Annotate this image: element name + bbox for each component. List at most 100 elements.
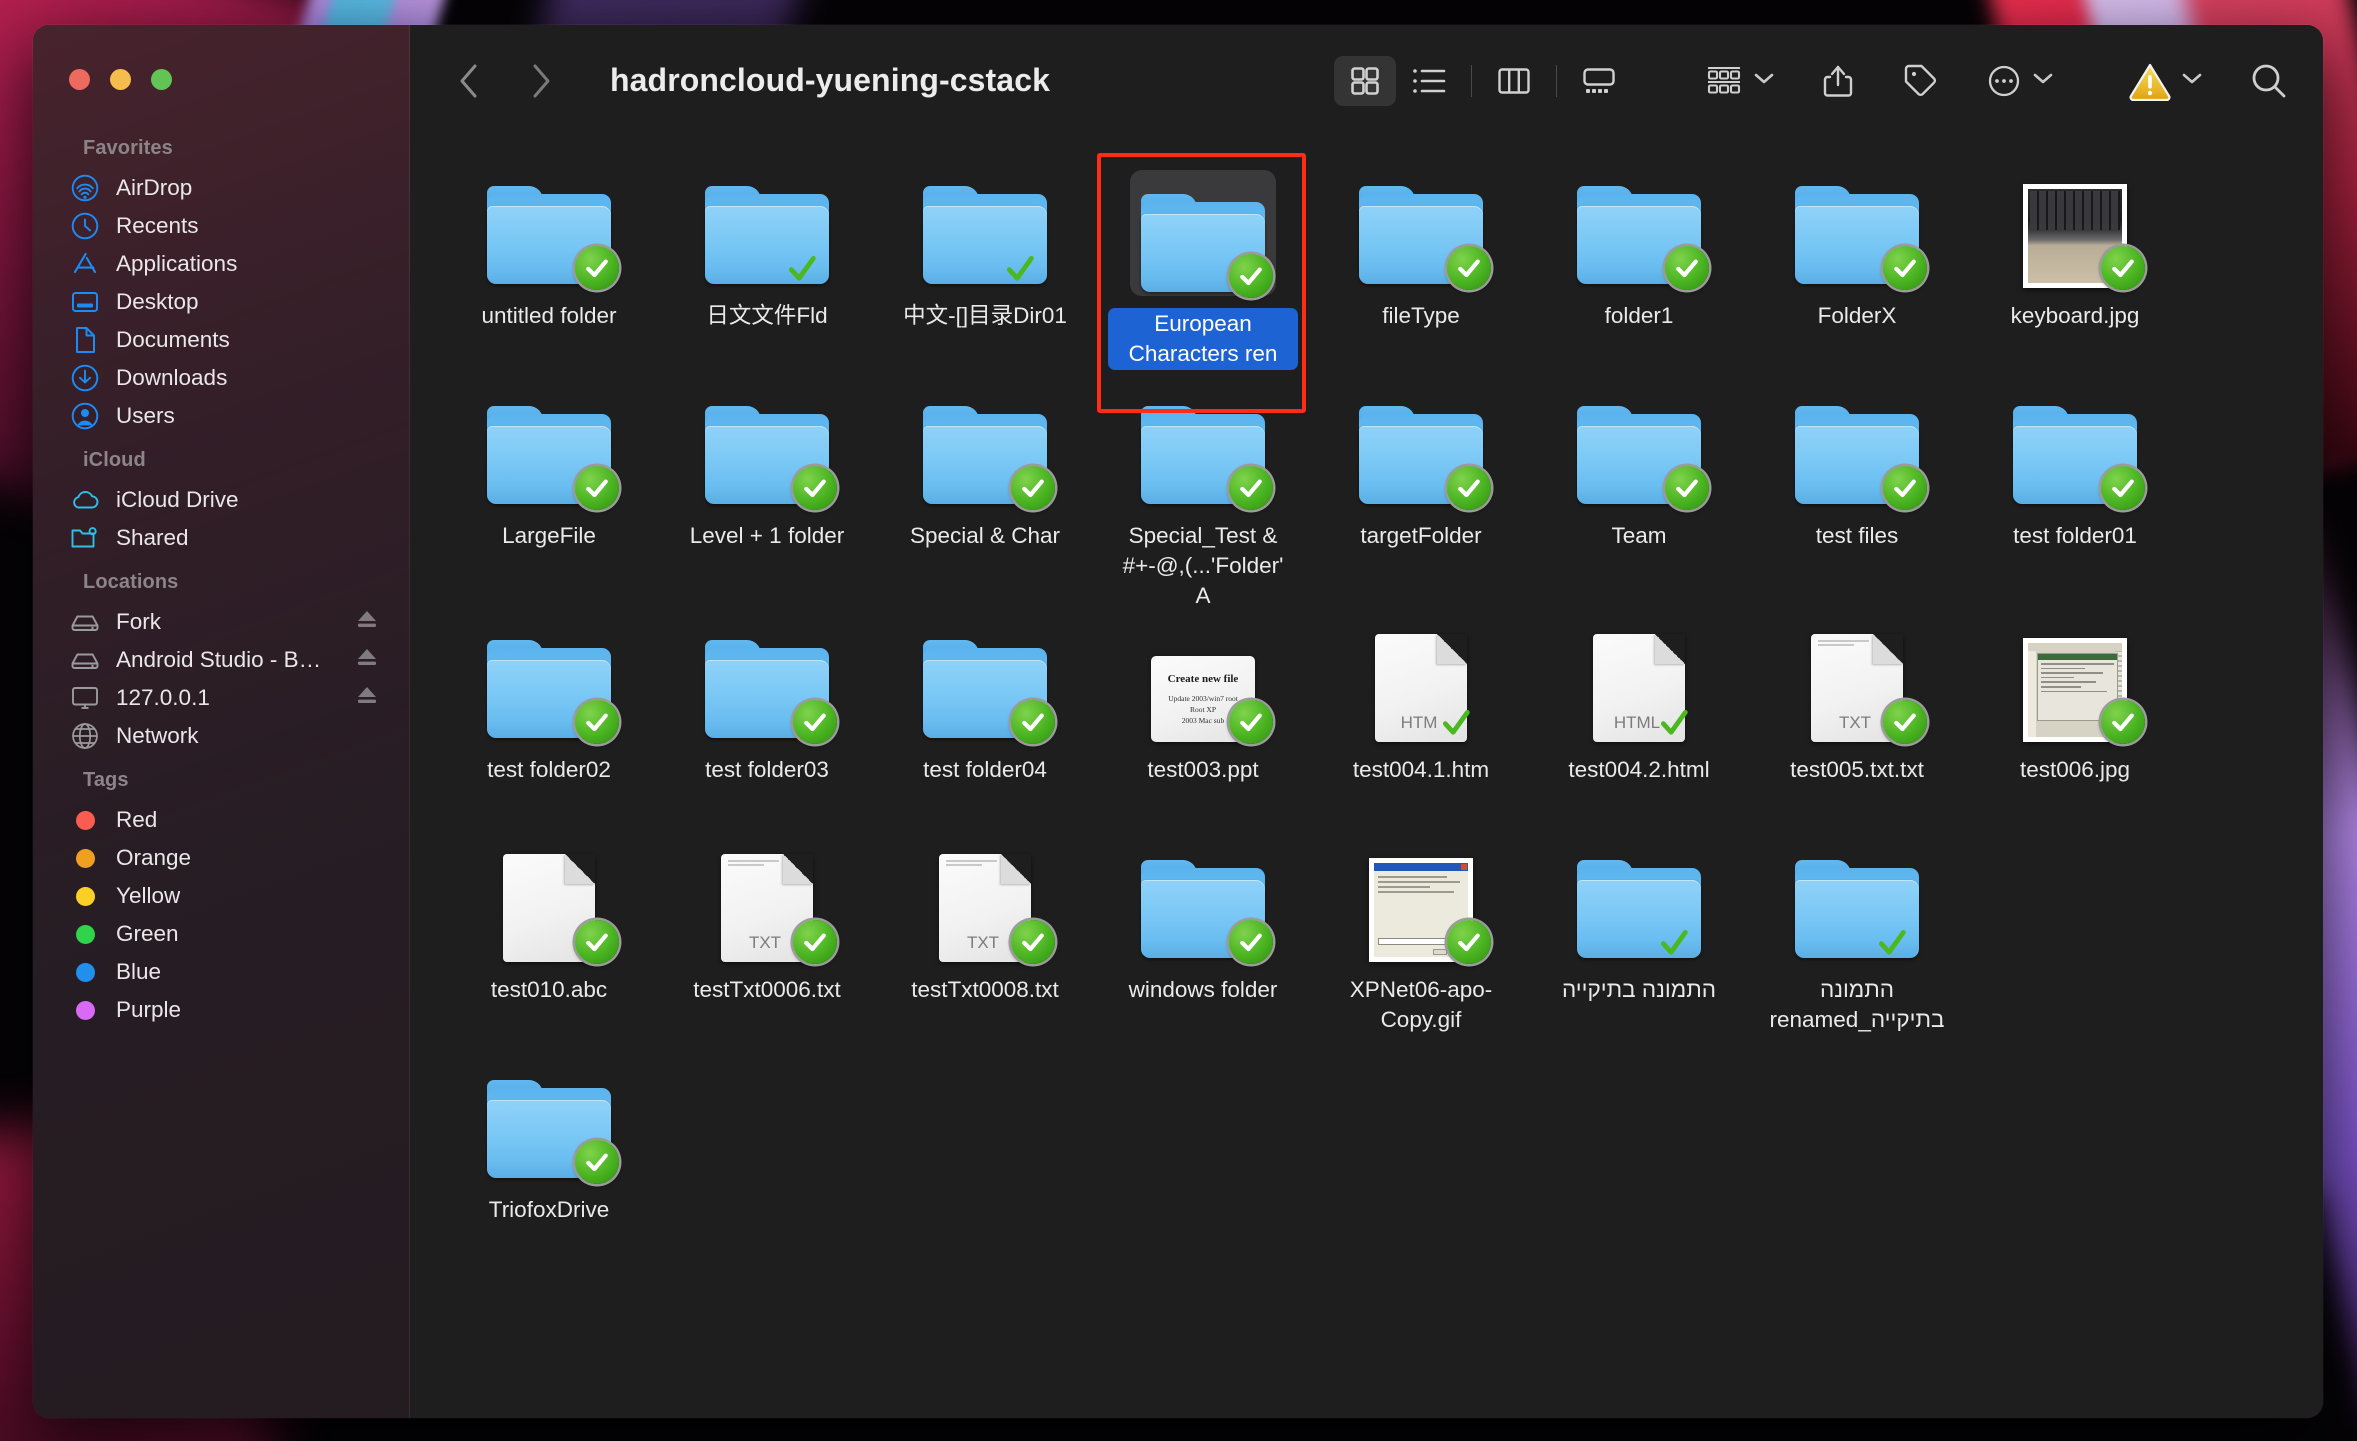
file-name-label[interactable]: FolderX — [1811, 300, 1904, 332]
eject-icon[interactable] — [355, 684, 379, 712]
file-grid-scroll[interactable]: untitled folder 日文文件Fld 中文-[]目录Dir01 Europe… — [410, 136, 2323, 1418]
file-item[interactable]: fileType — [1312, 158, 1530, 378]
file-name-label[interactable]: XPNet06-apo-Copy.gif — [1326, 974, 1516, 1036]
file-item[interactable]: LargeFile — [440, 378, 658, 598]
forward-button[interactable] — [518, 58, 564, 104]
file-name-label[interactable]: untitled folder — [474, 300, 623, 332]
file-item[interactable]: Team — [1530, 378, 1748, 598]
sidebar-item-recents[interactable]: Recents — [47, 207, 395, 245]
file-item[interactable]: test006.jpg — [1966, 612, 2184, 832]
file-item[interactable]: TXT testTxt0006.txt — [658, 832, 876, 1052]
file-name-label[interactable]: התמונה בתיקייה_renamed — [1762, 974, 1952, 1036]
file-name-label[interactable]: test004.1.htm — [1346, 754, 1496, 786]
file-name-label[interactable]: Special_Test & #+-@,(...'Folder' A — [1108, 520, 1298, 612]
file-name-label[interactable]: Special & Char — [903, 520, 1067, 552]
file-item[interactable]: Level + 1 folder — [658, 378, 876, 598]
file-name-label[interactable]: 日文文件Fld — [699, 300, 834, 332]
file-name-label[interactable]: TriofoxDrive — [482, 1194, 616, 1226]
file-name-label[interactable]: test folder02 — [480, 754, 618, 786]
group-by-button[interactable] — [1704, 56, 1775, 106]
sidebar-item-yellow[interactable]: Yellow — [47, 877, 395, 915]
file-name-label[interactable]: testTxt0006.txt — [686, 974, 848, 1006]
sidebar-item-icloud-drive[interactable]: iCloud Drive — [47, 481, 395, 519]
file-item[interactable]: folder1 — [1530, 158, 1748, 378]
alert-button[interactable] — [2128, 56, 2203, 106]
sidebar-item-shared[interactable]: Shared — [47, 519, 395, 557]
file-item[interactable]: HTML test004.2.html — [1530, 612, 1748, 832]
file-name-label[interactable]: התמונה בתיקייה — [1555, 974, 1723, 1006]
eject-icon[interactable] — [355, 646, 379, 674]
file-item[interactable]: untitled folder — [440, 158, 658, 378]
sidebar-item-orange[interactable]: Orange — [47, 839, 395, 877]
file-item[interactable]: test folder01 — [1966, 378, 2184, 598]
file-name-label[interactable]: LargeFile — [495, 520, 603, 552]
file-name-label[interactable]: test folder03 — [698, 754, 836, 786]
file-name-label[interactable]: testTxt0008.txt — [904, 974, 1066, 1006]
file-item[interactable]: 日文文件Fld — [658, 158, 876, 378]
file-item[interactable]: 中文-[]目录Dir01 — [876, 158, 1094, 378]
zoom-button[interactable] — [151, 69, 172, 90]
file-name-label[interactable]: keyboard.jpg — [2004, 300, 2147, 332]
file-name-label[interactable]: Level + 1 folder — [683, 520, 851, 552]
close-button[interactable] — [69, 69, 90, 90]
gallery-view-button[interactable] — [1568, 56, 1630, 106]
file-name-label[interactable]: windows folder — [1122, 974, 1285, 1006]
file-name-label[interactable]: fileType — [1375, 300, 1467, 332]
file-name-label[interactable]: folder1 — [1598, 300, 1681, 332]
sidebar-item-127-0-0-1[interactable]: 127.0.0.1 — [47, 679, 395, 717]
file-item[interactable]: test files — [1748, 378, 1966, 598]
file-item[interactable]: התמונה בתיקייה — [1530, 832, 1748, 1052]
sidebar-item-users[interactable]: Users — [47, 397, 395, 435]
sidebar-item-android-studio-b[interactable]: Android Studio - B… — [47, 641, 395, 679]
file-item[interactable]: Create new file Update 2003/win7 root Root… — [1094, 612, 1312, 832]
file-name-label[interactable]: test005.txt.txt — [1783, 754, 1931, 786]
file-item[interactable]: test010.abc — [440, 832, 658, 1052]
file-item[interactable]: windows folder — [1094, 832, 1312, 1052]
sidebar-item-network[interactable]: Network — [47, 717, 395, 755]
file-item[interactable]: European Characters ren — [1094, 153, 1312, 413]
file-name-label[interactable]: test003.ppt — [1140, 754, 1265, 786]
sidebar-item-green[interactable]: Green — [47, 915, 395, 953]
sidebar-item-red[interactable]: Red — [47, 801, 395, 839]
file-name-label[interactable]: test folder01 — [2006, 520, 2144, 552]
file-item[interactable]: TXT test005.txt.txt — [1748, 612, 1966, 832]
file-name-label[interactable]: test004.2.html — [1561, 754, 1716, 786]
share-button[interactable] — [1821, 56, 1855, 106]
sidebar-item-blue[interactable]: Blue — [47, 953, 395, 991]
back-button[interactable] — [446, 58, 492, 104]
file-name-label[interactable]: European Characters ren — [1108, 308, 1298, 370]
tag-button[interactable] — [1901, 56, 1939, 106]
file-name-label[interactable]: targetFolder — [1353, 520, 1488, 552]
file-item[interactable]: targetFolder — [1312, 378, 1530, 598]
file-item[interactable]: TXT testTxt0008.txt — [876, 832, 1094, 1052]
sidebar-item-purple[interactable]: Purple — [47, 991, 395, 1029]
sidebar-item-documents[interactable]: Documents — [47, 321, 395, 359]
minimize-button[interactable] — [110, 69, 131, 90]
sidebar-item-applications[interactable]: Applications — [47, 245, 395, 283]
file-name-label[interactable]: test006.jpg — [2013, 754, 2137, 786]
file-item[interactable]: התמונה בתיקייה_renamed — [1748, 832, 1966, 1052]
file-name-label[interactable]: test files — [1809, 520, 1906, 552]
file-item[interactable]: test folder03 — [658, 612, 876, 832]
icon-view-button[interactable] — [1334, 55, 1396, 106]
sidebar-item-airdrop[interactable]: AirDrop — [47, 169, 395, 207]
sidebar-item-fork[interactable]: Fork — [47, 603, 395, 641]
file-name-label[interactable]: Team — [1604, 520, 1673, 552]
sidebar-item-desktop[interactable]: Desktop — [47, 283, 395, 321]
list-view-button[interactable] — [1398, 56, 1460, 106]
column-view-button[interactable] — [1483, 56, 1545, 106]
eject-icon[interactable] — [355, 608, 379, 636]
file-item[interactable]: test folder02 — [440, 612, 658, 832]
file-item[interactable]: Special & Char — [876, 378, 1094, 598]
file-name-label[interactable]: test folder04 — [916, 754, 1054, 786]
file-item[interactable]: TriofoxDrive — [440, 1052, 658, 1272]
file-name-label[interactable]: test010.abc — [484, 974, 614, 1006]
file-item[interactable]: test folder04 — [876, 612, 1094, 832]
file-item[interactable]: HTM test004.1.htm — [1312, 612, 1530, 832]
file-item[interactable]: keyboard.jpg — [1966, 158, 2184, 378]
file-item[interactable]: Special_Test & #+-@,(...'Folder' A — [1094, 378, 1312, 612]
file-name-label[interactable]: 中文-[]目录Dir01 — [896, 300, 1074, 332]
sidebar-item-downloads[interactable]: Downloads — [47, 359, 395, 397]
file-item[interactable]: FolderX — [1748, 158, 1966, 378]
file-item[interactable]: XPNet06-apo-Copy.gif — [1312, 832, 1530, 1052]
